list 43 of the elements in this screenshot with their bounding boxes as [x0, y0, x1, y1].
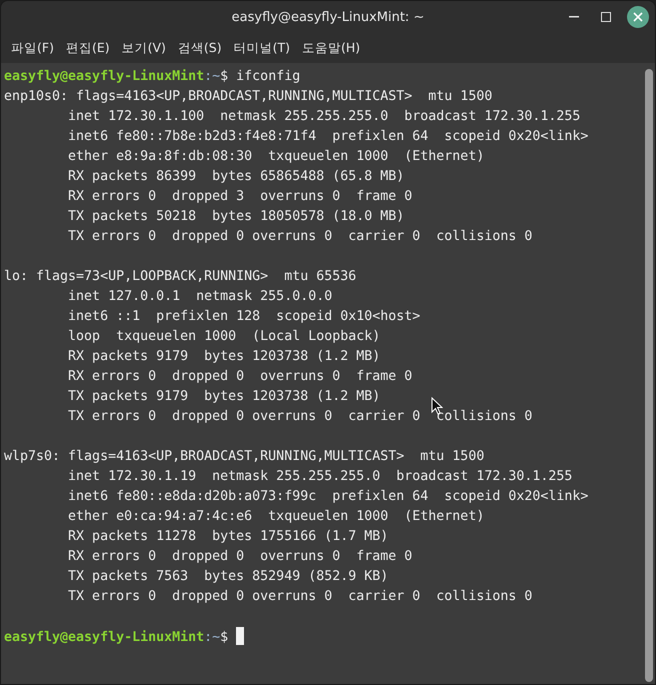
- output-line: RX packets 11278 bytes 1755166 (1.7 MB): [67, 529, 388, 544]
- output-line: RX errors 0 dropped 3 overruns 0 frame 0: [67, 189, 412, 204]
- output-line: TX errors 0 dropped 0 overruns 0 carrier 0 collisions 0: [67, 229, 532, 244]
- menu-item[interactable]: 파일(F): [5, 36, 60, 60]
- scrollbar[interactable]: [645, 69, 653, 682]
- prompt-path: :~: [204, 630, 220, 645]
- output-line: TX errors 0 dropped 0 overruns 0 carrier 0 collisions 0: [67, 409, 532, 424]
- output-line: inet 172.30.1.100 netmask 255.255.255.0 broadcast 172.30.1.255: [67, 109, 580, 124]
- prompt-user: easyfly@easyfly-LinuxMint: [4, 630, 204, 645]
- output-line: TX packets 50218 bytes 18050578 (18.0 MB): [67, 209, 404, 224]
- output-line: inet6 fe80::7b8e:b2d3:f4e8:71f4 prefixlen 64 scopeid 0x20<link>: [67, 129, 588, 144]
- window-title: easyfly@easyfly-LinuxMint: ~: [232, 10, 424, 24]
- menu-item[interactable]: 터미널(T): [228, 36, 296, 60]
- maximize-icon: [601, 12, 611, 22]
- minimize-icon: [569, 16, 579, 18]
- output-line: inet6 fe80::e8da:d20b:a073:f99c prefixlen 64 scopeid 0x20<link>: [67, 489, 588, 504]
- menu-item[interactable]: 보기(V): [116, 36, 172, 60]
- output-line: inet 127.0.0.1 netmask 255.0.0.0: [67, 289, 332, 304]
- text-cursor: [236, 627, 244, 645]
- output-line: TX packets 9179 bytes 1203738 (1.2 MB): [67, 389, 380, 404]
- output-line: ether e8:9a:8f:db:08:30 txqueuelen 1000 (Ethernet): [67, 149, 484, 164]
- output-line: ether e0:ca:94:a7:4c:e6 txqueuelen 1000 (Ethernet): [67, 509, 484, 524]
- output-line: RX errors 0 dropped 0 overruns 0 frame 0: [67, 369, 412, 384]
- menu-item[interactable]: 검색(S): [172, 36, 228, 60]
- output-line: TX errors 0 dropped 0 overruns 0 carrier 0 collisions 0: [67, 589, 532, 604]
- menu-item[interactable]: 도움말(H): [296, 36, 366, 60]
- prompt-command: $: [220, 630, 230, 645]
- output-line: RX packets 86399 bytes 65865488 (65.8 MB): [67, 169, 404, 184]
- output-line: enp10s0: flags=4163<UP,BROADCAST,RUNNING,MULTICAST> mtu 1500: [4, 89, 492, 104]
- output-line: inet 172.30.1.19 netmask 255.255.255.0 broadcast 172.30.1.255: [67, 469, 572, 484]
- output-line: lo: flags=73<UP,LOOPBACK,RUNNING> mtu 65536: [4, 269, 356, 284]
- prompt-path: :~: [204, 69, 220, 84]
- output-line: RX errors 0 dropped 0 overruns 0 frame 0: [67, 549, 412, 564]
- close-icon: [633, 12, 643, 22]
- output-line: TX packets 7563 bytes 852949 (852.9 KB): [67, 569, 388, 584]
- prompt-user: easyfly@easyfly-LinuxMint: [4, 69, 204, 84]
- output-line: loop txqueuelen 1000 (Local Loopback): [67, 329, 380, 344]
- prompt-command: $ ifconfig: [220, 69, 300, 84]
- menu-item[interactable]: 편집(E): [60, 36, 116, 60]
- output-line: wlp7s0: flags=4163<UP,BROADCAST,RUNNING,MULTICAST> mtu 1500: [4, 449, 484, 464]
- output-line: RX packets 9179 bytes 1203738 (1.2 MB): [67, 349, 380, 364]
- output-line: inet6 ::1 prefixlen 128 scopeid 0x10<host>: [67, 309, 420, 324]
- close-button[interactable]: [627, 6, 649, 28]
